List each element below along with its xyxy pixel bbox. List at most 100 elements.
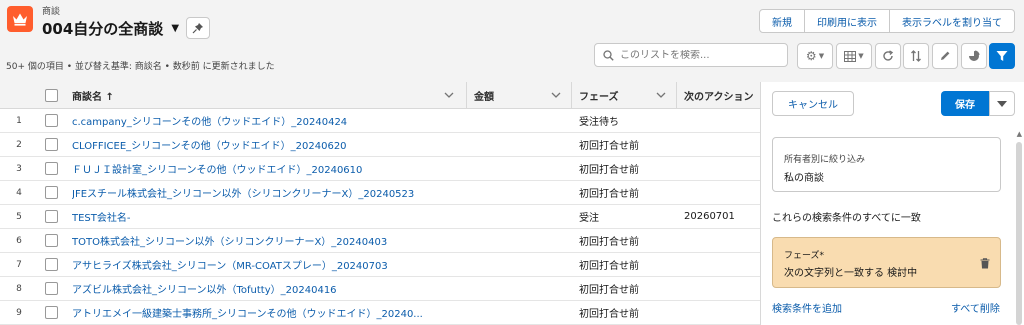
opportunity-name-link[interactable]: アサヒライズ株式会社_シリコーン（MR-COATスプレー）_20240703	[72, 257, 467, 272]
filter-panel: キャンセル 保存 ▲ 所有者別に絞り込み 私の商談 これらの検索条件のすべてに一…	[760, 82, 1024, 325]
search-icon	[603, 49, 614, 61]
table-row: 9 アトリエメイ一級建築士事務所_シリコーンその他（ウッドエイド）_20240..…	[0, 301, 760, 325]
list-view-selector[interactable]: 004自分の全商談 ▼	[42, 18, 179, 39]
caret-down-icon: ▼	[171, 23, 180, 34]
gear-icon: ⚙	[805, 49, 817, 63]
search-input[interactable]	[620, 49, 780, 61]
phase-cell: 受注待ち	[579, 117, 619, 128]
row-number: 1	[16, 115, 22, 126]
opportunity-name-link[interactable]: TOTO株式会社_シリコーン以外（シリコンクリーナーX）_20240403	[72, 233, 467, 248]
phase-cell: 初回打合せ前	[579, 141, 639, 152]
row-number: 3	[16, 163, 22, 174]
save-menu-button[interactable]	[989, 91, 1015, 116]
table-row: 5 TEST会社名- 受注 20260701	[0, 205, 760, 229]
row-checkbox[interactable]	[45, 186, 58, 199]
chevron-down-icon	[997, 100, 1007, 107]
list-settings-button[interactable]: ⚙ ▼	[797, 43, 833, 69]
table-row: 8 アズビル株式会社_シリコーン以外（Tofutty）_20240416 初回打合せ…	[0, 277, 760, 301]
row-checkbox[interactable]	[45, 210, 58, 223]
trash-icon[interactable]	[980, 258, 990, 272]
charts-button[interactable]	[961, 43, 987, 69]
refresh-button[interactable]	[875, 43, 901, 69]
pin-button[interactable]	[186, 17, 210, 39]
chevron-down-icon[interactable]	[444, 90, 454, 101]
table-row: 3 ＦＵＪＩ設計室_シリコーンその他（ウッドエイド）_20240610 初回打合せ前	[0, 157, 760, 181]
row-number: 5	[16, 211, 22, 222]
chevron-down-icon[interactable]	[551, 90, 561, 101]
phase-cell: 初回打合せ前	[579, 285, 639, 296]
phase-cell: 初回打合せ前	[579, 165, 639, 176]
owner-filter[interactable]: 所有者別に絞り込み 私の商談	[772, 137, 1001, 192]
remove-all-link[interactable]: すべて削除	[951, 300, 1000, 315]
list-meta: 50+ 個の項目 • 並び替え基準: 商談名 • 数秒前 に更新されました	[6, 62, 275, 72]
column-header-amount[interactable]: 金額	[474, 88, 494, 103]
filter-condition[interactable]: フェーズ* 次の文字列と一致する 検討中	[772, 237, 1001, 288]
chevron-down-icon[interactable]	[656, 90, 666, 101]
panel-scrollbar[interactable]	[1016, 142, 1022, 325]
phase-cell: 初回打合せ前	[579, 189, 639, 200]
table-row: 4 JFEスチール株式会社_シリコーン以外（シリコンクリーナーX）_2024052…	[0, 181, 760, 205]
row-number: 6	[16, 235, 22, 246]
column-header-name[interactable]: 商談名 ↑	[72, 88, 114, 103]
table-view-icon	[844, 50, 857, 62]
pin-icon	[192, 23, 203, 34]
row-checkbox[interactable]	[45, 138, 58, 151]
column-header-next-action[interactable]: 次のアクション	[684, 88, 760, 103]
row-checkbox[interactable]	[45, 306, 58, 319]
next-action-cell: 20260701	[684, 211, 735, 222]
phase-cell: 受注	[579, 213, 599, 224]
save-button[interactable]: 保存	[941, 91, 989, 116]
filter-button[interactable]	[989, 43, 1015, 69]
row-checkbox[interactable]	[45, 162, 58, 175]
phase-cell: 初回打合せ前	[579, 237, 639, 248]
object-label: 商談	[42, 7, 61, 17]
row-checkbox[interactable]	[45, 282, 58, 295]
table-header-row: 商談名 ↑ 金額 フェーズ 次のアクション	[0, 82, 760, 109]
print-view-button[interactable]: 印刷用に表示	[804, 9, 890, 33]
condition-value: 次の文字列と一致する 検討中	[784, 268, 918, 279]
opportunity-name-link[interactable]: TEST会社名-	[72, 209, 467, 224]
new-button[interactable]: 新規	[759, 9, 805, 33]
cancel-button[interactable]: キャンセル	[772, 91, 854, 116]
list-title: 004自分の全商談	[42, 20, 164, 38]
scroll-up-icon[interactable]: ▲	[1017, 130, 1022, 138]
opportunity-name-link[interactable]: アトリエメイ一級建築士事務所_シリコーンその他（ウッドエイド）_20240...	[72, 305, 467, 320]
table-row: 2 CLOFFICEE_シリコーンその他（ウッドエイド）_20240620 初回打合…	[0, 133, 760, 157]
row-number: 9	[16, 307, 22, 318]
phase-cell: 初回打合せ前	[579, 309, 639, 320]
table-row: 6 TOTO株式会社_シリコーン以外（シリコンクリーナーX）_20240403 初回…	[0, 229, 760, 253]
chevron-down-icon: ▼	[818, 52, 825, 60]
owner-filter-label: 所有者別に絞り込み	[784, 155, 866, 165]
opportunity-name-link[interactable]: c.campany_シリコーンその他（ウッドエイド）_20240424	[72, 113, 467, 128]
add-filter-link[interactable]: 検索条件を追加	[772, 300, 842, 315]
row-checkbox[interactable]	[45, 234, 58, 247]
opportunity-name-link[interactable]: アズビル株式会社_シリコーン以外（Tofutty）_20240416	[72, 281, 467, 296]
sort-icon	[911, 50, 921, 62]
row-number: 2	[16, 139, 22, 150]
opportunity-name-link[interactable]: CLOFFICEE_シリコーンその他（ウッドエイド）_20240620	[72, 137, 467, 152]
display-as-button[interactable]: ▼	[836, 43, 872, 69]
opportunity-name-link[interactable]: ＦＵＪＩ設計室_シリコーンその他（ウッドエイド）_20240610	[72, 161, 467, 176]
list-header: 商談 004自分の全商談 ▼ 50+ 個の項目 • 並び替え基準: 商談名 • …	[0, 0, 1024, 80]
match-logic-text: これらの検索条件のすべてに一致	[772, 213, 921, 224]
opportunity-name-link[interactable]: JFEスチール株式会社_シリコーン以外（シリコンクリーナーX）_20240523	[72, 185, 467, 200]
inline-edit-button[interactable]	[932, 43, 958, 69]
chevron-down-icon: ▼	[858, 52, 864, 60]
row-number: 7	[16, 259, 22, 270]
row-checkbox[interactable]	[45, 258, 58, 271]
list-search[interactable]	[594, 43, 788, 67]
row-checkbox[interactable]	[45, 114, 58, 127]
table-row: 1 c.campany_シリコーンその他（ウッドエイド）_20240424 受注待ち	[0, 109, 760, 133]
phase-cell: 初回打合せ前	[579, 261, 639, 272]
column-header-phase[interactable]: フェーズ	[579, 88, 619, 103]
chart-icon	[969, 50, 980, 61]
sort-button[interactable]	[903, 43, 929, 69]
filter-icon	[996, 51, 1008, 61]
condition-field-label: フェーズ*	[784, 251, 825, 261]
row-number: 8	[16, 283, 22, 294]
select-all-checkbox[interactable]	[45, 89, 58, 102]
edit-icon	[941, 51, 950, 60]
assign-label-button[interactable]: 表示ラベルを割り当て	[889, 9, 1015, 33]
refresh-icon	[883, 50, 894, 61]
header-actions: 新規 印刷用に表示 表示ラベルを割り当て	[759, 9, 1015, 33]
